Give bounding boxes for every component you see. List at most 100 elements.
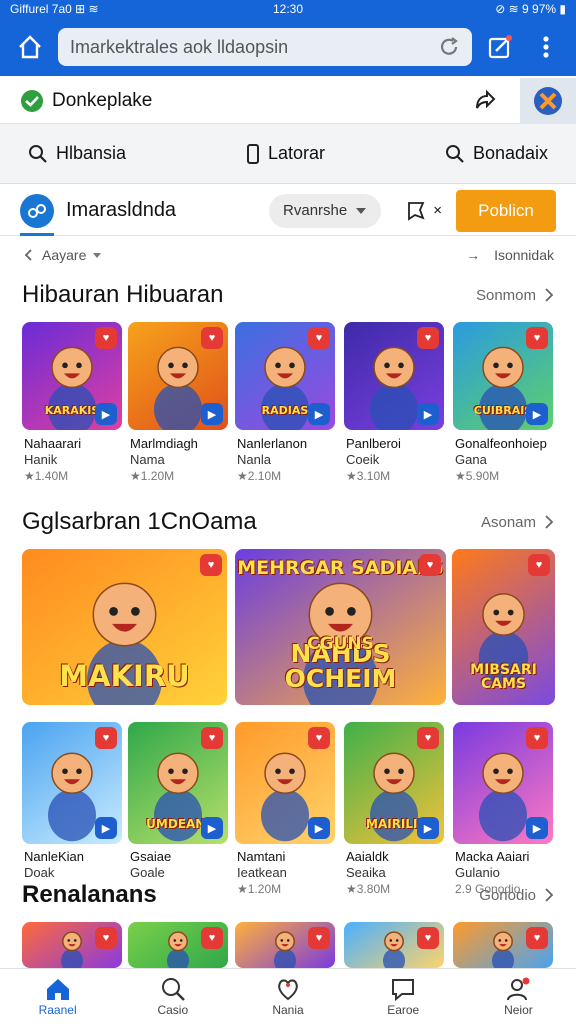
nav-search[interactable]: Casio	[115, 969, 230, 1024]
search-option-1[interactable]: Hlbansia	[28, 143, 126, 164]
home-button[interactable]	[12, 29, 48, 65]
search-option-3-label: Bonadaix	[472, 143, 548, 163]
row1-tile[interactable]: RADIAS ♥ ▶	[235, 322, 335, 430]
nav-chat[interactable]: Earoe	[346, 969, 461, 1024]
store-bar: Imarasldnda Rvanrshe × Poblicn	[0, 186, 576, 236]
bookmark-button[interactable]: ×	[405, 200, 442, 222]
address-bar[interactable]: Imarkektrales aok lldaopsin	[58, 28, 472, 66]
site-name: Donkeplake	[52, 89, 153, 111]
row4-tile[interactable]: ♥	[453, 922, 553, 968]
search-option-2-label: Latorar	[267, 143, 326, 163]
platform-badge-icon: ▶	[95, 817, 117, 839]
row3-tile[interactable]: ♥ ▶	[453, 722, 553, 844]
bookmark-icon	[408, 201, 425, 221]
hot-badge-icon: ♥	[417, 927, 439, 949]
kebab-menu-icon	[543, 36, 549, 58]
section-title-3: Renalanans	[22, 881, 157, 908]
game-stat: ★1.40M	[24, 469, 69, 483]
bookmark-close[interactable]: ×	[433, 202, 442, 219]
game-meta: NanleKian Doak	[24, 849, 84, 881]
row2-tile[interactable]: MIBSARI CAMS ♥	[452, 549, 555, 705]
row1-tile[interactable]: CUIBRAIS ♥ ▶	[453, 322, 553, 430]
reload-icon[interactable]	[438, 36, 460, 58]
chevron-left-icon	[24, 249, 32, 261]
hot-badge-icon: ♥	[526, 727, 548, 749]
hot-badge-icon: ♥	[308, 327, 330, 349]
search-option-2[interactable]: Latorar	[246, 143, 325, 165]
row4-tile[interactable]: ♥	[235, 922, 335, 968]
caret-down-icon	[93, 252, 102, 258]
more-menu-button[interactable]	[528, 29, 564, 65]
hot-badge-icon: ♥	[528, 554, 550, 576]
search-option-1-label: Hlbansia	[56, 143, 127, 163]
account-avatar[interactable]	[520, 77, 576, 124]
row3-tile[interactable]: UMDEANI ♥ ▶	[128, 722, 228, 844]
platform-badge-icon: ▶	[308, 817, 330, 839]
row2-tile[interactable]: MAKIRU ♥	[22, 549, 227, 705]
filter-row: Aayare → Isonnidak	[0, 244, 576, 266]
hot-badge-icon: ♥	[308, 927, 330, 949]
game-title: Nahaarari	[24, 436, 82, 451]
row2-tile[interactable]: MEHRGAR SADIAES NAHDS OCHEIM CGUNS ♥	[235, 549, 446, 705]
platform-badge-icon: ▶	[526, 403, 548, 425]
edit-icon	[488, 35, 512, 59]
section-title-2: Gglsarbran 1CnOama	[22, 508, 257, 535]
hot-badge-icon: ♥	[308, 727, 330, 749]
section-more-1[interactable]: Sonmom	[476, 287, 554, 304]
nav-favorites-label: Nania	[272, 1002, 304, 1017]
game-title: Aaialdk	[346, 849, 389, 864]
row3-tile[interactable]: ♥ ▶	[22, 722, 122, 844]
chat-icon	[392, 978, 415, 1001]
chevron-right-icon	[545, 288, 554, 302]
store-logo[interactable]	[20, 193, 54, 236]
row1-tile[interactable]: ♥ ▶	[128, 322, 228, 430]
game-meta: Gonalfeonhoiep Gana ★5.90M	[455, 436, 547, 484]
nav-home[interactable]: Raanel	[0, 969, 115, 1024]
publish-button[interactable]: Poblicn	[456, 189, 556, 232]
filter-left[interactable]: Aayare	[22, 247, 466, 263]
game-sub: Doak	[24, 865, 55, 880]
row1-tile[interactable]: KARAKIS ♥ ▶	[22, 322, 122, 430]
section-header-1: Hibauran Hibuaran Sonmom	[0, 280, 576, 310]
caret-down-icon	[356, 207, 367, 214]
sort-dropdown[interactable]: Rvanrshe	[269, 193, 382, 228]
platform-badge-icon: ▶	[95, 403, 117, 425]
edit-button[interactable]	[482, 29, 518, 65]
platform-badge-icon: ▶	[417, 817, 439, 839]
search-option-3[interactable]: Bonadaix	[445, 143, 548, 164]
game-title: NanleKian	[24, 849, 84, 864]
row4-tile[interactable]: ♥	[344, 922, 444, 968]
row4-tile[interactable]: ♥	[128, 922, 228, 968]
tile-caption: MAKIRU	[59, 659, 190, 693]
hot-badge-icon: ♥	[95, 927, 117, 949]
section-more-2[interactable]: Asonam	[481, 514, 554, 531]
row3-tile[interactable]: MAIRILII ♥ ▶	[344, 722, 444, 844]
hot-badge-icon: ♥	[526, 327, 548, 349]
bottom-navigation: Raanel Casio Nania Earoe Neior	[0, 968, 576, 1024]
game-meta: Nahaarari Hanik ★1.40M	[24, 436, 81, 484]
row4-tile[interactable]: ♥	[22, 922, 122, 968]
platform-badge-icon: ▶	[201, 403, 223, 425]
filter-right[interactable]: → Isonnidak	[466, 247, 554, 263]
tile-caption-bottom: CGUNS	[307, 634, 374, 654]
row3-tile[interactable]: ♥ ▶	[235, 722, 335, 844]
avatar-icon	[534, 86, 562, 115]
site-bar: Donkeplake	[0, 77, 576, 124]
search-row: Hlbansia Latorar Bonadaix	[0, 124, 576, 184]
section-more-3[interactable]: Gonodio	[479, 887, 554, 904]
game-meta: Marlmdiagh Nama ★1.20M	[130, 436, 198, 484]
hot-badge-icon: ♥	[417, 327, 439, 349]
game-sub: Hanik	[24, 452, 58, 467]
game-meta: Nanlerlanon Nanla ★2.10M	[237, 436, 307, 484]
game-stat: ★5.90M	[455, 469, 500, 483]
section-header-3: Renalanans Gonodio	[0, 880, 576, 910]
nav-favorites[interactable]: Nania	[230, 969, 345, 1024]
verified-check-icon	[21, 89, 43, 112]
row1-tile[interactable]: ♥ ▶	[344, 322, 444, 430]
hot-badge-icon: ♥	[201, 327, 223, 349]
search-icon	[29, 144, 47, 163]
game-title: Gsaiae	[130, 849, 172, 864]
chevron-right-icon	[545, 888, 554, 902]
nav-profile[interactable]: Neior	[461, 969, 576, 1024]
share-icon[interactable]	[472, 88, 498, 114]
